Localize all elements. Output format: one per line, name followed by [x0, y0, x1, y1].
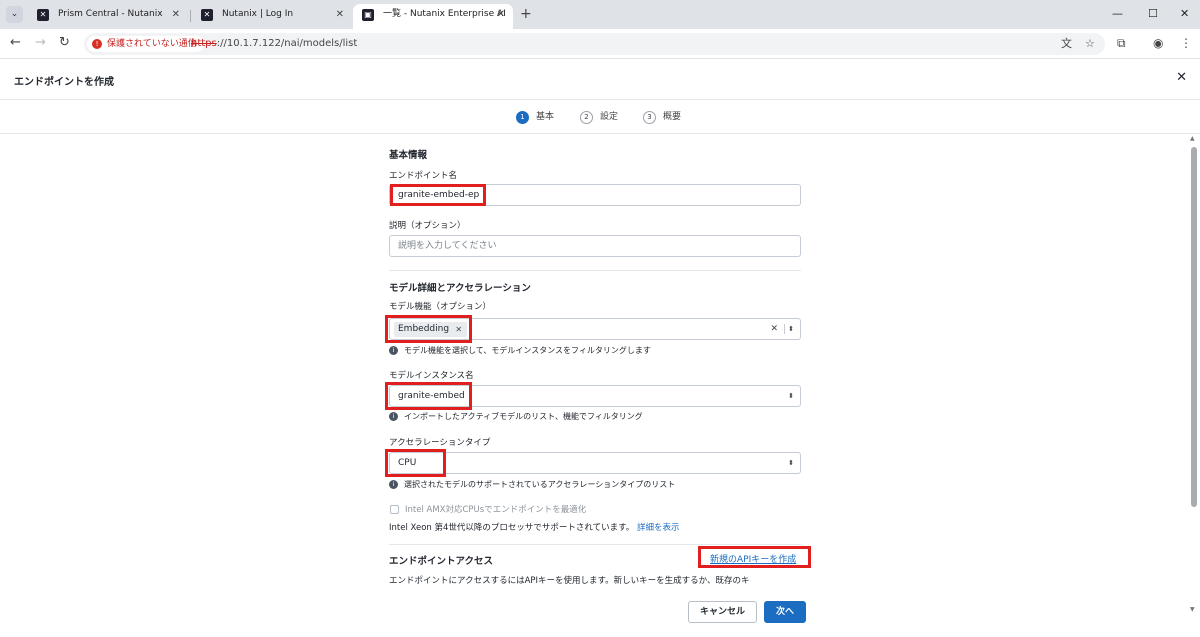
model-instance-select[interactable]: granite-embed ⬍ — [389, 385, 801, 407]
page-header: エンドポイントを作成 ✕ — [0, 59, 1200, 100]
browser-toolbar: ← → ↻ ! 保護されていない通信 https://10.1.7.122/na… — [0, 29, 1200, 59]
bookmark-star-icon[interactable]: ☆ — [1085, 37, 1095, 51]
maximize-icon[interactable]: ☐ — [1148, 7, 1158, 21]
step-number: 1 — [516, 111, 529, 124]
tab-prism-central[interactable]: ✕ Prism Central - Nutanix ✕ — [28, 4, 188, 29]
nutanix-favicon-icon: ✕ — [201, 9, 213, 21]
select-divider — [784, 324, 785, 334]
close-icon[interactable]: ✕ — [1176, 71, 1187, 85]
scrollbar-thumb[interactable] — [1191, 147, 1197, 507]
tab-title: 一覧 - Nutanix Enterprise AI — [383, 9, 506, 19]
details-link[interactable]: 詳細を表示 — [637, 523, 680, 533]
step-label: 基本 — [536, 112, 555, 122]
nai-favicon-icon: ▣ — [362, 9, 374, 21]
amx-checkbox-label: Intel AMX対応CPUsでエンドポイントを最適化 — [405, 505, 587, 515]
tab-nutanix-enterprise-ai[interactable]: ▣ 一覧 - Nutanix Enterprise AI ✕ — [353, 4, 513, 29]
section-divider — [389, 270, 801, 271]
browser-menu-icon[interactable]: ⋮ — [1180, 35, 1192, 51]
next-button[interactable]: 次へ — [764, 601, 806, 623]
extensions-icon[interactable]: ⧉ — [1117, 35, 1126, 51]
security-chip-label: 保護されていない通信 — [107, 39, 197, 49]
close-tab-icon[interactable]: ✕ — [497, 4, 505, 25]
cancel-button[interactable]: キャンセル — [688, 601, 757, 623]
wizard-stepper: 1 基本 2 設定 3 概要 — [0, 100, 1200, 134]
instance-label: モデルインスタンス名 — [389, 371, 474, 381]
profile-avatar-icon[interactable]: ◉ — [1153, 35, 1163, 51]
close-tab-icon[interactable]: ✕ — [336, 4, 344, 25]
security-chip[interactable]: ! 保護されていない通信 — [87, 36, 204, 52]
endpoint-name-label: エンドポイント名 — [389, 171, 458, 181]
info-icon: i — [389, 480, 398, 489]
browser-tab-strip: ⌄ ✕ Prism Central - Nutanix ✕ ✕ Nutanix … — [0, 0, 1200, 29]
reload-icon[interactable]: ↻ — [59, 35, 70, 51]
section-title-model: モデル詳細とアクセラレーション — [389, 283, 531, 294]
select-arrows-icon[interactable]: ⬍ — [788, 386, 794, 406]
description-input[interactable]: 説明を入力してください — [389, 235, 801, 257]
tab-title: Nutanix | Log In — [222, 9, 294, 19]
nutanix-favicon-icon: ✕ — [37, 9, 49, 21]
new-api-key-link[interactable]: 新規のAPIキーを作成 — [710, 552, 796, 565]
scroll-up-arrow-icon[interactable]: ▲ — [1190, 135, 1195, 142]
step-label: 概要 — [663, 112, 682, 122]
access-description: エンドポイントにアクセスするにはAPIキーを使用します。新しいキーを生成するか、… — [389, 576, 750, 586]
warning-icon: ! — [92, 39, 102, 49]
url-text: https://10.1.7.122/nai/models/list — [191, 38, 358, 49]
amx-checkbox[interactable] — [390, 505, 399, 514]
capability-tag[interactable]: Embedding ✕ — [394, 322, 468, 337]
window-close-icon[interactable]: ✕ — [1180, 7, 1189, 21]
section-title-access: エンドポイントアクセス — [389, 556, 494, 567]
accel-value: CPU — [398, 458, 417, 468]
scroll-down-arrow-icon[interactable]: ▼ — [1190, 606, 1195, 613]
tab-nutanix-login[interactable]: ✕ Nutanix | Log In ✕ — [192, 4, 352, 29]
capability-tag-label: Embedding — [398, 324, 450, 334]
page-title: エンドポイントを作成 — [14, 77, 114, 88]
endpoint-name-value: granite-embed-ep — [398, 190, 480, 200]
clear-selection-icon[interactable]: ✕ — [770, 319, 778, 339]
instance-help: i インポートしたアクティブモデルのリスト、機能でフィルタリング — [389, 411, 643, 422]
info-icon: i — [389, 346, 398, 355]
acceleration-type-select[interactable]: CPU ⬍ — [389, 452, 801, 474]
instance-value: granite-embed — [398, 391, 465, 401]
endpoint-name-input[interactable]: granite-embed-ep — [389, 184, 801, 206]
forward-arrow-icon[interactable]: → — [35, 35, 46, 51]
close-tab-icon[interactable]: ✕ — [172, 4, 180, 25]
section-divider — [389, 544, 801, 545]
capability-select[interactable]: Embedding ✕ ✕ ⬍ — [389, 318, 801, 340]
minimize-icon[interactable]: — — [1112, 7, 1123, 21]
select-arrows-icon[interactable]: ⬍ — [788, 319, 794, 339]
tab-search-chevron-icon[interactable]: ⌄ — [6, 6, 23, 23]
step-label: 設定 — [600, 112, 619, 122]
accel-label: アクセラレーションタイプ — [389, 438, 491, 448]
description-label: 説明（オプション） — [389, 221, 466, 231]
back-arrow-icon[interactable]: ← — [10, 35, 21, 51]
xeon-note: Intel Xeon 第4世代以降のプロセッサでサポートされています。 詳細を表… — [389, 523, 680, 533]
address-bar[interactable]: ! 保護されていない通信 https://10.1.7.122/nai/mode… — [84, 33, 1105, 55]
step-number: 3 — [643, 111, 656, 124]
new-tab-plus-icon[interactable]: + — [520, 6, 532, 23]
description-placeholder: 説明を入力してください — [398, 241, 497, 251]
section-title-basic: 基本情報 — [389, 150, 428, 161]
step-number: 2 — [580, 111, 593, 124]
capability-label: モデル機能（オプション） — [389, 302, 492, 312]
accel-help: i 選択されたモデルのサポートされているアクセラレーションタイプのリスト — [389, 479, 675, 490]
select-arrows-icon[interactable]: ⬍ — [788, 453, 794, 473]
endpoint-form: 基本情報 エンドポイント名 granite-embed-ep 説明（オプション）… — [389, 135, 801, 587]
remove-tag-icon[interactable]: ✕ — [455, 322, 462, 337]
translate-icon[interactable]: 文 — [1061, 37, 1072, 51]
page-scrollbar[interactable]: ▲ ▼ — [1189, 135, 1198, 613]
capability-help: i モデル機能を選択して、モデルインスタンスをフィルタリングします — [389, 345, 651, 356]
info-icon: i — [389, 412, 398, 421]
tab-separator — [190, 10, 191, 22]
tab-title: Prism Central - Nutanix — [58, 9, 163, 19]
